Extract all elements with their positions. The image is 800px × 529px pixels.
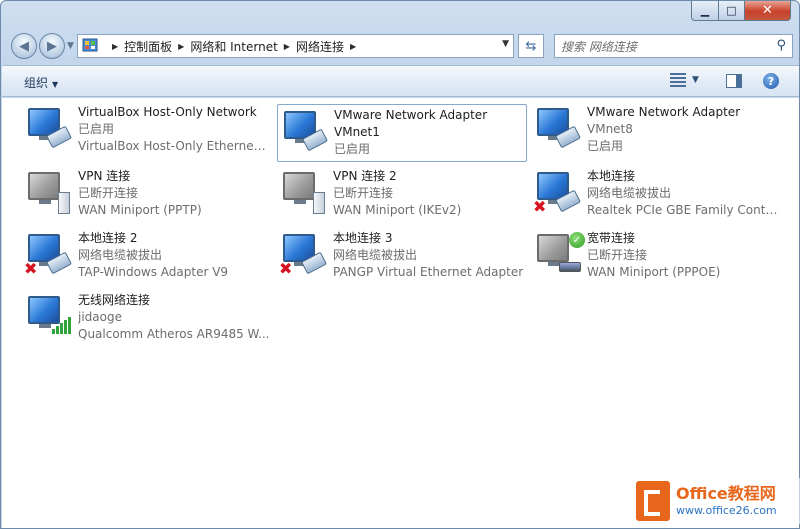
connection-item[interactable]: VMware Network Adapter VMnet1 已启用 — [277, 104, 527, 162]
maximize-button[interactable]: □ — [719, 1, 745, 21]
connection-status: jidaoge — [78, 310, 122, 324]
search-icon[interactable]: ⚲ — [776, 38, 786, 53]
network-adapter-icon — [24, 108, 74, 152]
connection-name: 本地连接 2 — [78, 231, 138, 245]
forward-arrow-icon: ▶ — [47, 38, 57, 54]
connection-name: VirtualBox Host-Only Network — [78, 105, 257, 119]
connection-item[interactable]: VPN 连接 2 已断开连接 WAN Miniport (IKEv2) — [277, 166, 527, 224]
connection-status: 已断开连接 — [587, 248, 648, 262]
recent-pages-dropdown[interactable]: ▼ — [67, 41, 74, 51]
connection-device: Realtek PCIe GBE Family Contr... — [587, 203, 779, 217]
breadcrumb-network-internet[interactable]: 网络和 Internet — [190, 38, 277, 55]
connection-status: 已断开连接 — [78, 186, 139, 200]
breadcrumb-network-connections[interactable]: 网络连接 — [296, 38, 344, 55]
connection-name: 本地连接 — [587, 169, 636, 183]
connection-device: 已启用 — [587, 139, 624, 153]
connection-item[interactable]: ✓ 宽带连接已断开连接 WAN Miniport (PPPOE) — [531, 228, 781, 286]
connection-item[interactable]: VMware Network Adapter VMnet8 已启用 — [531, 102, 781, 160]
connection-status: 网络电缆被拔出 — [587, 186, 672, 200]
connection-name: VMware Network Adapter — [587, 105, 741, 119]
office-logo-icon — [636, 481, 670, 521]
connection-device: WAN Miniport (PPPOE) — [587, 265, 721, 279]
connection-item[interactable]: 无线网络连接 jidaoge Qualcomm Atheros AR9485 W..… — [22, 290, 272, 348]
connection-status: VMnet1 — [334, 125, 380, 139]
connection-device: WAN Miniport (PPTP) — [78, 203, 202, 217]
connection-status: 已启用 — [78, 122, 115, 136]
help-icon: ? — [767, 74, 775, 88]
search-placeholder: 搜索 网络连接 — [561, 39, 637, 54]
back-arrow-icon: ◀ — [19, 38, 29, 54]
address-bar[interactable]: ▶ 控制面板 ▶ 网络和 Internet ▶ 网络连接 ▶ ▼ — [77, 34, 514, 58]
preview-pane-button[interactable] — [726, 74, 742, 88]
breadcrumb-separator-icon[interactable]: ▶ — [284, 42, 290, 51]
close-button[interactable]: ✕ — [745, 1, 791, 21]
vpn-icon — [279, 172, 329, 216]
error-x-icon: ✖ — [24, 259, 38, 278]
network-adapter-icon: ✖ — [24, 234, 74, 278]
connection-item[interactable]: VPN 连接 已断开连接 WAN Miniport (PPTP) — [22, 166, 272, 224]
chevron-down-icon: ▼ — [52, 80, 59, 89]
connections-list: VirtualBox Host-Only Network 已启用 VirtualBo… — [2, 98, 799, 528]
network-adapter-icon — [280, 111, 330, 155]
connection-status: 网络电缆被拔出 — [78, 248, 163, 262]
watermark-url: www.office26.com — [676, 504, 777, 517]
minimize-button[interactable]: ▁ — [691, 1, 719, 21]
breadcrumb-separator-icon[interactable]: ▶ — [112, 42, 118, 51]
view-details-icon — [670, 73, 686, 87]
refresh-button[interactable]: ⇆ — [518, 34, 544, 58]
address-dropdown-icon[interactable]: ▼ — [502, 39, 509, 49]
connection-device: Qualcomm Atheros AR9485 W... — [78, 327, 270, 341]
watermark-title: Office教程网 — [676, 484, 776, 503]
breadcrumb-separator-icon[interactable]: ▶ — [178, 42, 184, 51]
check-icon: ✓ — [569, 232, 585, 248]
error-x-icon: ✖ — [533, 197, 547, 216]
connection-item[interactable]: ✖ 本地连接 3 网络电缆被拔出 PANGP Virtual Ethernet Ada… — [277, 228, 527, 286]
navigation-bar: ◀ ▶ ▼ ▶ 控制面板 ▶ 网络和 Internet ▶ 网络连接 ▶ ▼ ⇆… — [9, 31, 793, 61]
control-panel-icon — [82, 37, 100, 55]
organize-menu-button[interactable]: 组织 ▼ — [24, 74, 58, 91]
connection-name: 无线网络连接 — [78, 293, 151, 307]
breadcrumb-separator-icon[interactable]: ▶ — [350, 42, 356, 51]
wireless-icon — [24, 296, 74, 340]
chevron-down-icon: ▼ — [692, 75, 699, 85]
organize-label: 组织 — [24, 76, 49, 90]
change-view-button[interactable]: ▼ — [670, 73, 699, 87]
connection-device: TAP-Windows Adapter V9 — [78, 265, 229, 279]
network-adapter-icon: ✖ — [533, 172, 583, 216]
back-button[interactable]: ◀ — [11, 33, 37, 59]
connection-item[interactable]: ✖ 本地连接网络电缆被拔出 Realtek PCIe GBE Family Cont… — [531, 166, 781, 224]
watermark: Office教程网 www.office26.com — [636, 478, 800, 524]
broadband-icon: ✓ — [533, 232, 585, 278]
network-adapter-icon: ✖ — [279, 234, 329, 278]
connection-device: VirtualBox Host-Only Ethernet ... — [78, 139, 270, 153]
connection-name: VPN 连接 — [78, 169, 131, 183]
connection-item[interactable]: ✖ 本地连接 2 网络电缆被拔出 TAP-Windows Adapter V9 — [22, 228, 272, 286]
connection-status: 网络电缆被拔出 — [333, 248, 418, 262]
vpn-icon — [24, 172, 74, 216]
connection-name: 本地连接 3 — [333, 231, 393, 245]
window: ▁ □ ✕ ◀ ▶ ▼ ▶ 控制面板 ▶ 网络和 Internet ▶ 网络连接… — [0, 0, 800, 529]
caption-buttons: ▁ □ ✕ — [691, 1, 791, 23]
help-button[interactable]: ? — [763, 73, 779, 89]
network-adapter-icon — [533, 108, 583, 152]
connection-name: VPN 连接 2 — [333, 169, 397, 183]
connection-status: 已断开连接 — [333, 186, 394, 200]
connection-status: VMnet8 — [587, 122, 633, 136]
search-input[interactable]: 搜索 网络连接 ⚲ — [554, 34, 793, 58]
error-x-icon: ✖ — [279, 259, 293, 278]
connection-item[interactable]: VirtualBox Host-Only Network 已启用 VirtualBo… — [22, 102, 272, 160]
connection-device: 已启用 — [334, 142, 371, 156]
connection-device: PANGP Virtual Ethernet Adapter — [333, 265, 524, 279]
forward-button[interactable]: ▶ — [39, 33, 65, 59]
connection-name: 宽带连接 — [587, 231, 636, 245]
connection-name: VMware Network Adapter — [334, 108, 488, 122]
refresh-icon: ⇆ — [525, 38, 537, 54]
connection-device: WAN Miniport (IKEv2) — [333, 203, 462, 217]
command-bar: 组织 ▼ ▼ ? — [2, 65, 799, 97]
breadcrumb-control-panel[interactable]: 控制面板 — [124, 38, 172, 55]
